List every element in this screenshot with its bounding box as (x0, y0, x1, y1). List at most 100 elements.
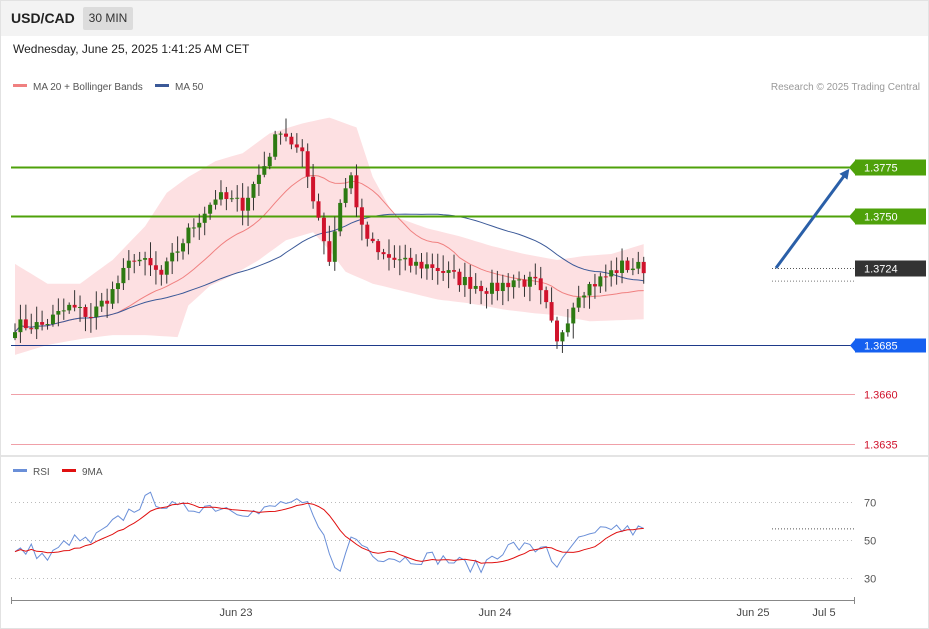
candle-up (414, 261, 419, 266)
candle-up (50, 314, 55, 325)
legend-ma50-swatch (155, 84, 169, 87)
candle-up (191, 227, 196, 229)
candle-down (457, 271, 462, 286)
resistance-label: 1.3775 (864, 163, 898, 175)
candle-up (251, 183, 256, 198)
candle-up (235, 197, 240, 199)
candle-up (403, 257, 408, 260)
legend-ma20-label: MA 20 + Bollinger Bands (33, 82, 143, 93)
candle-down (370, 238, 375, 242)
candle-up (56, 311, 61, 315)
candle-down (316, 201, 321, 218)
candle-down (289, 136, 294, 145)
candle-up (143, 258, 148, 260)
candle-up (587, 284, 592, 296)
rsi-tick-label: 70 (864, 498, 876, 510)
candle-up (527, 276, 532, 287)
candle-up (164, 261, 169, 275)
candle-up (34, 322, 39, 330)
candle-down (354, 175, 359, 208)
candle-up (338, 202, 343, 232)
candle-down (625, 260, 630, 271)
candle-down (300, 147, 305, 152)
legend-rsi-ma-swatch (62, 469, 76, 472)
candle-down (603, 276, 608, 278)
candle-up (571, 307, 576, 324)
rsi-line (14, 491, 644, 574)
legend-ma50-label: MA 50 (175, 82, 204, 93)
candle-down (544, 290, 549, 303)
candle-up (565, 323, 570, 333)
candle-down (408, 257, 413, 266)
candle-up (170, 252, 175, 262)
candle-down (311, 176, 316, 202)
candle-up (620, 260, 625, 273)
candle-up (213, 199, 218, 205)
rsi-panel: 70 50 30 (11, 491, 876, 586)
candle-down (549, 302, 554, 321)
candle-up (560, 332, 565, 342)
candle-up (246, 197, 251, 211)
candle-up (110, 289, 115, 304)
price-chart: MA 20 + Bollinger Bands MA 50 Research ©… (1, 82, 928, 619)
candle-down (359, 207, 364, 225)
candle-down (148, 258, 153, 266)
candle-down (430, 264, 435, 268)
resistance-label-pointer (849, 159, 856, 176)
candle-up (67, 304, 72, 311)
candle-up (636, 261, 641, 269)
candle-down (479, 285, 484, 292)
candle-up (576, 297, 581, 308)
candle-up (121, 267, 126, 284)
candle-up (424, 264, 429, 269)
candle-down (506, 282, 511, 288)
resistance-label-pointer (849, 208, 856, 225)
candle-up (45, 324, 50, 326)
candle-up (462, 276, 467, 286)
credit-label: Research © 2025 Trading Central (771, 82, 920, 93)
candle-down (533, 276, 538, 279)
candle-up (181, 243, 186, 252)
support-label-pointer (850, 338, 856, 353)
legend-rsi-label: RSI (33, 467, 50, 478)
candle-down (284, 133, 288, 137)
candle-up (115, 283, 120, 290)
candle-up (446, 270, 451, 273)
candle-up (256, 174, 261, 184)
candle-down (592, 284, 597, 287)
candle-up (582, 295, 587, 298)
candle-up (61, 310, 66, 312)
candle-down (468, 276, 473, 289)
candle-down (159, 269, 164, 275)
candle-down (88, 316, 93, 318)
candle-down (419, 261, 424, 269)
candle-down (365, 224, 370, 239)
candle-up (186, 227, 191, 244)
support-label: 1.3685 (864, 341, 898, 353)
candle-up (273, 134, 278, 157)
candle-down (72, 304, 77, 308)
candle-down (240, 197, 245, 211)
legend-rsi-ma-label: 9MA (82, 467, 103, 478)
candle-up (78, 306, 83, 308)
forecast-arrow-line (774, 168, 850, 269)
candle-up (343, 188, 348, 203)
candle-up (630, 268, 635, 271)
candle-down (441, 271, 446, 273)
candle-down (538, 278, 543, 291)
candle-down (224, 192, 229, 200)
candle-down (153, 265, 158, 270)
candle-up (332, 231, 337, 262)
candle-down (555, 320, 559, 342)
candle-down (641, 261, 646, 274)
candle-up (267, 156, 272, 167)
candle-down (484, 291, 489, 294)
candle-up (218, 192, 223, 200)
candle-up (18, 319, 23, 333)
resistance-label: 1.3750 (864, 212, 898, 224)
candle-down (40, 322, 45, 325)
last-price-label: 1.3724 (864, 264, 898, 276)
candle-up (197, 222, 202, 228)
candle-down (386, 254, 391, 258)
candle-up (94, 306, 99, 318)
